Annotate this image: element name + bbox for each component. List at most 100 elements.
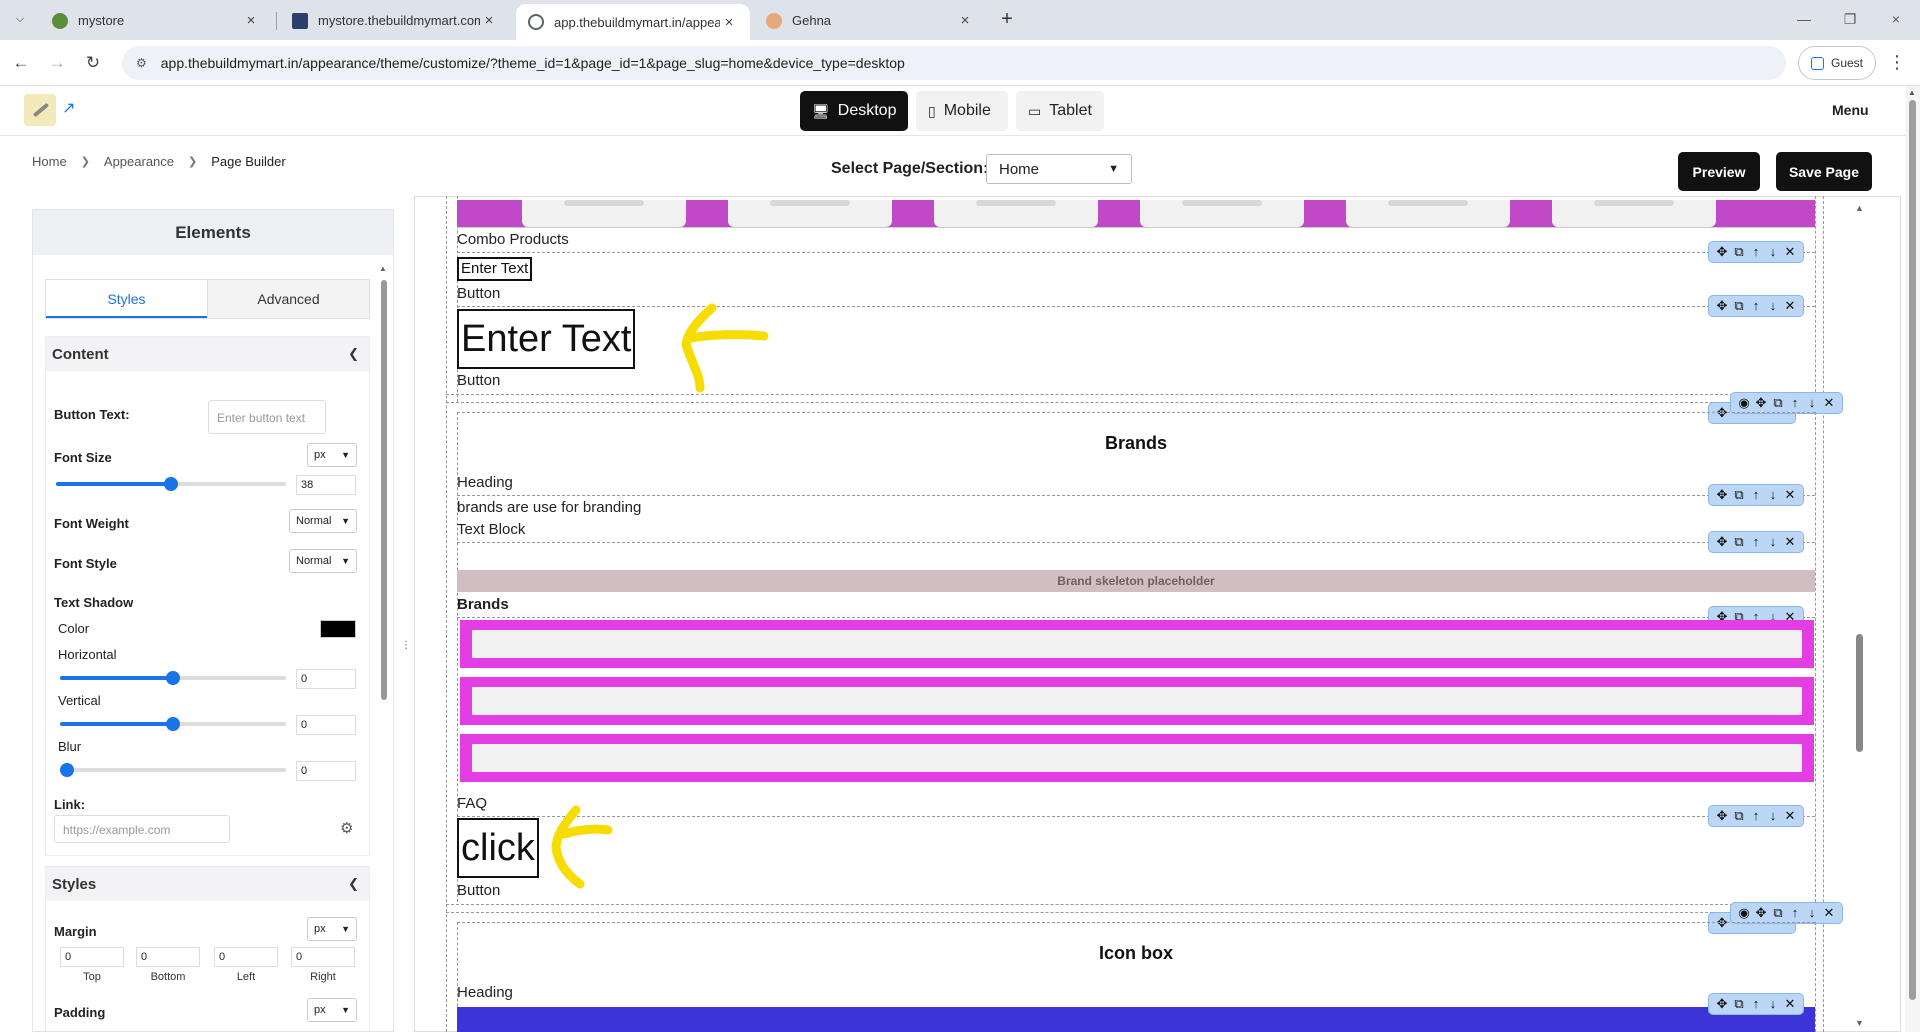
tab-advanced[interactable]: Advanced <box>207 280 369 318</box>
font-size-slider[interactable] <box>56 477 286 491</box>
move-icon[interactable]: ✥ <box>1715 403 1729 423</box>
blur-slider[interactable] <box>60 763 286 777</box>
panel-scroll-thumb[interactable] <box>381 280 387 700</box>
duplicate-icon[interactable]: ⧉ <box>1732 994 1746 1014</box>
font-size-unit-select[interactable]: px ▼ <box>307 443 357 467</box>
move-icon[interactable]: ✥ <box>1715 913 1729 933</box>
shadow-color-swatch[interactable] <box>320 620 356 638</box>
duplicate-icon[interactable]: ⧉ <box>1732 242 1746 262</box>
forward-arrow-icon[interactable]: → <box>44 51 70 75</box>
padding-unit-select[interactable]: px ▼ <box>307 998 357 1022</box>
duplicate-icon[interactable]: ⧉ <box>1732 806 1746 826</box>
delete-icon[interactable]: ✕ <box>1822 903 1836 923</box>
address-bar[interactable]: ⚙ app.thebuildmymart.in/appearance/theme… <box>122 46 1786 80</box>
slider-handle[interactable] <box>60 763 74 777</box>
move-icon[interactable]: ✥ <box>1715 994 1729 1014</box>
styles-section-header[interactable]: Styles ❮ <box>46 867 369 901</box>
close-icon[interactable]: × <box>720 14 738 31</box>
external-link-icon[interactable]: ↗ <box>62 98 75 118</box>
breadcrumb-home[interactable]: Home <box>32 154 67 169</box>
window-close-icon[interactable]: × <box>1874 6 1918 34</box>
arrow-down-icon[interactable]: ↓ <box>1766 994 1780 1014</box>
profile-guest-button[interactable]: Guest <box>1798 46 1876 80</box>
browser-tab-mystore[interactable]: mystore × <box>40 5 272 36</box>
margin-left-input[interactable]: 0 <box>214 947 278 967</box>
browser-tab-mystore-domain[interactable]: mystore.thebuildmymart.com × <box>280 5 510 36</box>
window-scroll-thumb[interactable] <box>1909 100 1916 1000</box>
margin-right-input[interactable]: 0 <box>291 947 355 967</box>
move-icon[interactable]: ✥ <box>1715 485 1729 505</box>
duplicate-icon[interactable]: ⧉ <box>1732 532 1746 552</box>
margin-bottom-input[interactable]: 0 <box>136 947 200 967</box>
font-style-select[interactable]: Normal ▼ <box>289 549 357 573</box>
device-desktop-button[interactable]: 🖥 Desktop <box>800 91 908 131</box>
move-icon[interactable]: ✥ <box>1715 532 1729 552</box>
font-size-input[interactable]: 38 <box>296 475 356 495</box>
save-page-button[interactable]: Save Page <box>1776 152 1872 191</box>
eye-icon[interactable]: ◉ <box>1737 903 1751 923</box>
chevron-up-icon[interactable]: ❮ <box>348 346 359 362</box>
canvas-scrollbar[interactable]: ▲ ▼ <box>1852 200 1868 1032</box>
site-info-icon[interactable]: ⚙ <box>136 56 147 70</box>
slider-handle[interactable] <box>166 671 180 685</box>
duplicate-icon[interactable]: ⧉ <box>1771 903 1785 923</box>
close-icon[interactable]: × <box>956 12 974 29</box>
move-icon[interactable]: ✥ <box>1715 242 1729 262</box>
arrow-down-icon[interactable]: ↓ <box>1766 296 1780 316</box>
vertical-slider[interactable] <box>60 717 286 731</box>
gear-icon[interactable]: ⚙ <box>340 819 353 837</box>
panel-resize-handle[interactable]: ⋮ <box>401 640 411 651</box>
delete-icon[interactable]: ✕ <box>1783 994 1797 1014</box>
duplicate-icon[interactable]: ⧉ <box>1732 485 1746 505</box>
delete-icon[interactable]: ✕ <box>1783 242 1797 262</box>
eye-icon[interactable]: ◉ <box>1737 393 1751 413</box>
arrow-up-icon[interactable]: ↑ <box>1749 242 1763 262</box>
arrow-up-icon[interactable]: ↑ <box>1749 532 1763 552</box>
delete-icon[interactable]: ✕ <box>1822 393 1836 413</box>
button-enter-text-large[interactable]: Enter Text <box>457 309 636 369</box>
brand-logo[interactable] <box>24 94 56 126</box>
arrow-down-icon[interactable]: ↓ <box>1766 242 1780 262</box>
page-select-dropdown[interactable]: Home ▼ <box>986 154 1132 184</box>
arrow-up-icon[interactable]: ↑ <box>1749 994 1763 1014</box>
horizontal-input[interactable]: 0 <box>296 669 356 689</box>
menu-button[interactable]: Menu <box>1832 102 1869 118</box>
move-icon[interactable]: ✥ <box>1754 393 1768 413</box>
scroll-up-icon[interactable]: ▲ <box>1908 88 1916 97</box>
margin-top-input[interactable]: 0 <box>60 947 124 967</box>
move-icon[interactable]: ✥ <box>1715 806 1729 826</box>
arrow-up-icon[interactable]: ↑ <box>1749 485 1763 505</box>
button-text-input[interactable]: Enter button text <box>208 400 326 434</box>
move-icon[interactable]: ✥ <box>1754 903 1768 923</box>
close-icon[interactable]: × <box>242 12 260 29</box>
restore-icon[interactable]: ❐ <box>1828 6 1872 34</box>
margin-unit-select[interactable]: px ▼ <box>307 917 357 941</box>
duplicate-icon[interactable]: ⧉ <box>1732 296 1746 316</box>
horizontal-slider[interactable] <box>60 671 286 685</box>
browser-tab-gehna[interactable]: Gehna × <box>754 5 986 36</box>
preview-button[interactable]: Preview <box>1678 152 1760 191</box>
tab-search-icon[interactable]: ⌵ <box>8 8 32 32</box>
canvas-scroll-thumb[interactable] <box>1856 634 1863 752</box>
delete-icon[interactable]: ✕ <box>1783 485 1797 505</box>
move-icon[interactable]: ✥ <box>1715 296 1729 316</box>
browser-menu-kebab-icon[interactable]: ⋮ <box>1888 52 1906 73</box>
scroll-up-icon[interactable]: ▲ <box>379 264 387 273</box>
arrow-down-icon[interactable]: ↓ <box>1766 532 1780 552</box>
vertical-input[interactable]: 0 <box>296 715 356 735</box>
arrow-down-icon[interactable]: ↓ <box>1766 806 1780 826</box>
slider-handle[interactable] <box>164 477 178 491</box>
blur-input[interactable]: 0 <box>296 761 356 781</box>
scroll-down-icon[interactable]: ▼ <box>1855 1018 1864 1028</box>
font-weight-select[interactable]: Normal ▼ <box>289 509 357 533</box>
back-arrow-icon[interactable]: ← <box>8 51 34 75</box>
window-scrollbar[interactable]: ▲ <box>1905 86 1920 1032</box>
close-icon[interactable]: × <box>480 12 498 29</box>
delete-icon[interactable]: ✕ <box>1783 806 1797 826</box>
slider-handle[interactable] <box>166 717 180 731</box>
device-mobile-button[interactable]: ▯ Mobile <box>916 91 1008 131</box>
arrow-up-icon[interactable]: ↑ <box>1749 296 1763 316</box>
button-enter-text-small[interactable]: Enter Text <box>457 257 533 281</box>
arrow-down-icon[interactable]: ↓ <box>1766 485 1780 505</box>
chevron-up-icon[interactable]: ❮ <box>348 876 359 892</box>
